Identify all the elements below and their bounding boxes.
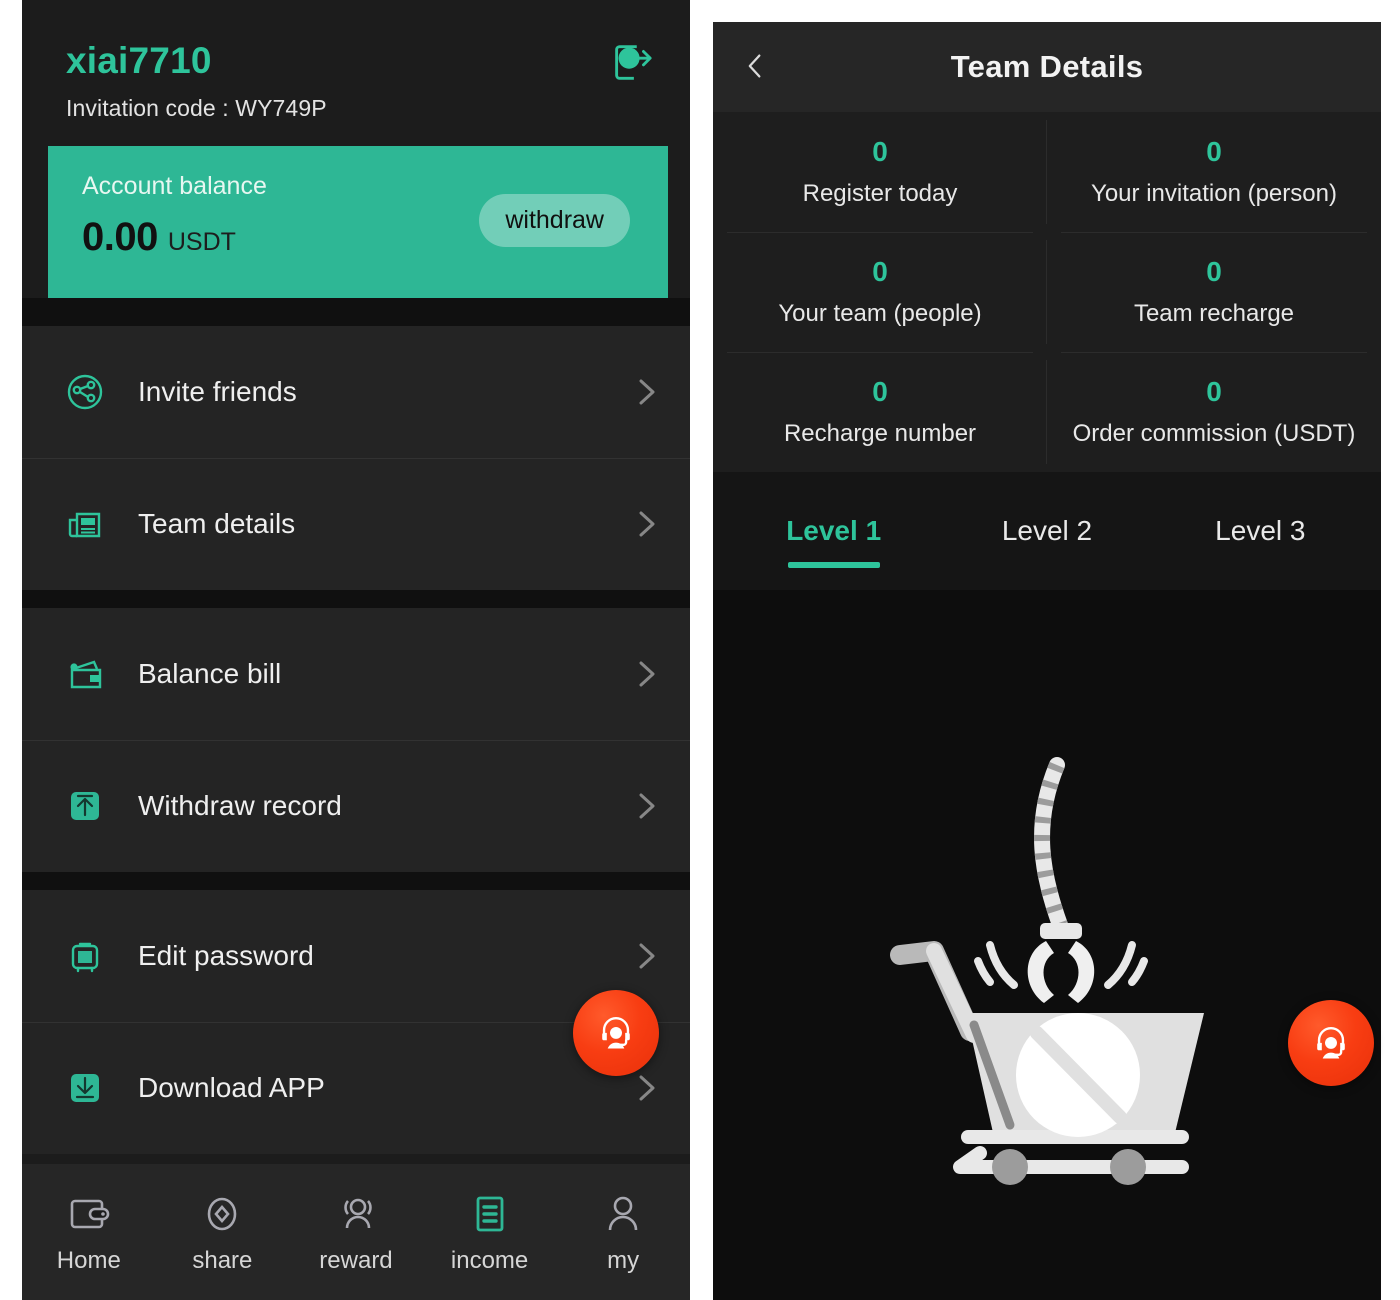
nav-item-income[interactable]: income <box>423 1189 557 1275</box>
menu-spacer <box>22 589 690 608</box>
share-network-icon <box>64 371 106 413</box>
headset-support-icon <box>1308 1019 1354 1068</box>
nav-label: share <box>192 1247 253 1274</box>
newspaper-icon <box>64 503 106 545</box>
nav-item-home[interactable]: Home <box>22 1189 156 1275</box>
empty-cart-claw-icon <box>882 755 1212 1215</box>
menu-item-label: Balance bill <box>138 657 282 689</box>
stat-label: Recharge number <box>783 420 977 447</box>
nav-label: Home <box>56 1247 121 1274</box>
users-icon <box>331 1189 381 1239</box>
nav-item-reward[interactable]: reward <box>289 1189 423 1275</box>
tab-label: Level 3 <box>1215 515 1306 546</box>
menu-item-withdraw-record[interactable]: Withdraw record <box>22 739 690 872</box>
menu-spacer <box>22 871 690 890</box>
nav-label: income <box>450 1247 529 1274</box>
chevron-right-icon <box>634 786 660 826</box>
tab-level-2[interactable]: Level 2 <box>940 472 1153 590</box>
bottom-navigation: Home share reward income my <box>22 1164 690 1300</box>
user-icon <box>598 1189 648 1239</box>
chevron-right-icon <box>634 654 660 694</box>
menu-item-balance-bill[interactable]: Balance bill <box>22 608 690 740</box>
chevron-left-icon <box>742 46 768 89</box>
back-button[interactable] <box>733 45 777 89</box>
menu-item-label: Edit password <box>138 939 314 971</box>
stat-label: Your invitation (person) <box>1091 180 1337 207</box>
tab-level-1[interactable]: Level 1 <box>727 472 940 590</box>
nav-item-share[interactable]: share <box>156 1189 290 1275</box>
customer-service-button-left[interactable] <box>573 990 659 1076</box>
menu-item-team-details[interactable]: Team details <box>22 457 690 590</box>
account-balance-card: Account balance 0.00 USDT withdraw <box>48 145 668 298</box>
stat-label: Team recharge <box>1133 300 1295 327</box>
team-details-screen: Team Details 0 Register today 0 Your inv… <box>713 22 1381 1300</box>
menu-item-label: Team details <box>138 507 296 539</box>
stat-label: Order commission (USDT) <box>1072 420 1356 447</box>
wallet-outline-icon <box>64 1189 114 1239</box>
stat-register-today: 0 Register today <box>713 112 1047 232</box>
menu-item-label: Invite friends <box>138 375 297 407</box>
stat-your-team: 0 Your team (people) <box>713 232 1047 352</box>
chevron-right-icon <box>634 504 660 544</box>
menu-spacer <box>22 297 690 326</box>
chevron-right-icon <box>634 372 660 412</box>
diamond-circle-icon <box>197 1189 247 1239</box>
stat-value: 0 <box>1206 256 1222 287</box>
dual-screen-container: xiai7710 Invitation code : WY749P Accoun… <box>0 0 1400 1300</box>
nav-item-my[interactable]: my <box>556 1189 690 1275</box>
download-square-icon <box>64 1067 106 1109</box>
stat-your-invitation: 0 Your invitation (person) <box>1047 112 1381 232</box>
stat-recharge-number: 0 Recharge number <box>713 352 1047 472</box>
tab-label: Level 2 <box>1001 515 1093 546</box>
stat-label: Your team (people) <box>778 300 982 327</box>
invitation-code: Invitation code : WY749P <box>66 94 327 121</box>
profile-header: xiai7710 Invitation code : WY749P <box>22 0 690 122</box>
empty-state-area <box>713 590 1381 1300</box>
stat-team-recharge: 0 Team recharge <box>1047 232 1381 352</box>
nav-label: reward <box>319 1247 393 1274</box>
upload-square-icon <box>64 785 106 827</box>
username: xiai7710 <box>66 40 212 81</box>
stat-order-commission: 0 Order commission (USDT) <box>1047 352 1381 472</box>
team-stats-grid: 0 Register today 0 Your invitation (pers… <box>713 112 1381 472</box>
list-document-icon <box>465 1189 515 1239</box>
wallet-icon <box>64 653 106 695</box>
stat-value: 0 <box>1206 136 1222 167</box>
nav-label: my <box>607 1247 640 1274</box>
headset-support-icon <box>593 1009 639 1058</box>
stat-value: 0 <box>1206 376 1222 407</box>
chevron-right-icon <box>634 1068 660 1108</box>
tab-level-3[interactable]: Level 3 <box>1154 472 1367 590</box>
balance-amount: 0.00 <box>82 214 158 259</box>
menu-group-2: Balance bill Withdraw record <box>22 607 690 872</box>
page-title: Team Details <box>950 49 1144 84</box>
stat-value: 0 <box>872 256 888 287</box>
safe-lock-icon <box>64 935 106 977</box>
withdraw-button[interactable]: withdraw <box>479 193 630 247</box>
balance-currency: USDT <box>167 227 236 256</box>
menu-item-invite-friends[interactable]: Invite friends <box>22 326 690 458</box>
active-tab-underline <box>787 562 880 568</box>
customer-service-button-right[interactable] <box>1288 1000 1374 1086</box>
stat-value: 0 <box>872 136 888 167</box>
stat-value: 0 <box>872 376 888 407</box>
chevron-right-icon <box>634 936 660 976</box>
logout-icon[interactable] <box>608 38 654 86</box>
team-details-header: Team Details <box>713 22 1381 112</box>
profile-screen: xiai7710 Invitation code : WY749P Accoun… <box>22 0 690 1300</box>
tab-label: Level 1 <box>786 515 882 546</box>
menu-group-1: Invite friends Team details <box>22 325 690 590</box>
stat-label: Register today <box>802 180 958 207</box>
menu-item-label: Download APP <box>138 1071 325 1103</box>
level-tabs: Level 1 Level 2 Level 3 <box>713 472 1381 590</box>
menu-item-label: Withdraw record <box>138 789 342 821</box>
